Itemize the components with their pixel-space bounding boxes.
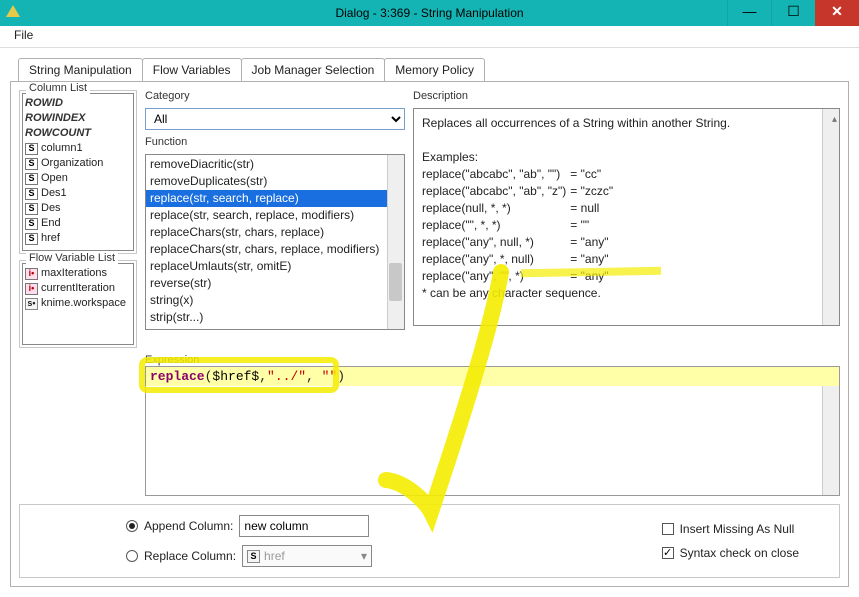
column-list-panel: Column List ROWID ROWINDEX ROWCOUNT Scol… [19,90,137,254]
function-item[interactable]: replace(str, search, replace, modifiers) [146,207,404,224]
string-type-icon: S [25,158,38,170]
flow-var-item[interactable]: s•knime.workspace [25,296,131,311]
description-note: * can be any character sequence. [422,285,831,302]
string-type-icon: S [25,218,38,230]
string-type-icon: S [25,188,38,200]
scroll-up-icon[interactable]: ▴ [832,111,837,128]
function-item[interactable]: stripEnd(str...) [146,326,404,330]
column-item[interactable]: SEnd [25,216,131,231]
function-item[interactable]: removeDuplicates(str) [146,173,404,190]
flow-variable-list[interactable]: i•maxIterations i•currentIteration s•kni… [22,263,134,345]
function-item[interactable]: strip(str...) [146,309,404,326]
function-item[interactable]: replaceChars(str, chars, replace) [146,224,404,241]
function-item-selected[interactable]: replace(str, search, replace) [146,190,404,207]
function-list[interactable]: removeDiacritic(str) removeDuplicates(st… [145,154,405,330]
column-item[interactable]: SOpen [25,171,131,186]
column-rowid[interactable]: ROWID [25,96,131,111]
chevron-down-icon: ▾ [361,549,367,563]
string-type-icon: S [247,550,260,563]
app-icon [6,5,20,17]
window-maximize-button[interactable]: ☐ [771,0,815,26]
append-column-radio[interactable] [126,520,138,532]
string-type-icon: S [25,203,38,215]
title-bar: Dialog - 3:369 - String Manipulation — ☐… [0,0,859,26]
description-examples: replace("abcabc", "ab", "")= "cc" replac… [422,166,617,285]
description-scrollbar[interactable] [822,109,839,325]
flow-var-item[interactable]: i•currentIteration [25,281,131,296]
function-scrollbar[interactable] [387,155,404,329]
description-intro: Replaces all occurrences of a String wit… [422,115,831,132]
description-box: Replaces all occurrences of a String wit… [413,108,840,326]
window-title: Dialog - 3:369 - String Manipulation [335,6,523,20]
window-close-button[interactable]: ✕ [815,0,859,26]
string-type-icon: S [25,143,38,155]
append-column-input[interactable] [239,515,369,537]
window-minimize-button[interactable]: — [727,0,771,26]
tab-string-manipulation[interactable]: String Manipulation [18,58,143,81]
replace-column-radio[interactable] [126,550,138,562]
function-label: Function [145,136,405,148]
replace-column-label: Replace Column: [144,549,236,563]
menu-file[interactable]: File [8,26,39,44]
flow-var-item[interactable]: i•maxIterations [25,266,131,281]
flow-variable-panel: Flow Variable List i•maxIterations i•cur… [19,260,137,348]
syntax-check-checkbox[interactable] [662,547,674,559]
function-item[interactable]: reverse(str) [146,275,404,292]
expression-label: Expression [145,354,840,366]
expression-editor[interactable]: replace($href$,"../", "") [145,366,840,496]
column-item[interactable]: Scolumn1 [25,141,131,156]
column-list[interactable]: ROWID ROWINDEX ROWCOUNT Scolumn1 SOrgani… [22,93,134,251]
function-item[interactable]: replaceChars(str, chars, replace, modifi… [146,241,404,258]
function-item[interactable]: removeDiacritic(str) [146,156,404,173]
tab-memory-policy[interactable]: Memory Policy [384,58,485,81]
int-type-icon: i• [25,268,38,280]
column-item[interactable]: SDes1 [25,186,131,201]
int-type-icon: i• [25,283,38,295]
append-column-label: Append Column: [144,519,233,533]
column-rowindex[interactable]: ROWINDEX [25,111,131,126]
expression-line[interactable]: replace($href$,"../", "") [146,367,839,386]
insert-missing-label: Insert Missing As Null [680,522,795,536]
string-type-icon: S [25,233,38,245]
column-item[interactable]: SDes [25,201,131,216]
description-label: Description [413,90,840,102]
tab-job-manager[interactable]: Job Manager Selection [241,58,386,81]
column-rowcount[interactable]: ROWCOUNT [25,126,131,141]
flow-variable-legend: Flow Variable List [26,252,118,264]
tab-panel: Column List ROWID ROWINDEX ROWCOUNT Scol… [10,81,849,587]
description-examples-label: Examples: [422,149,831,166]
string-type-icon: S [25,173,38,185]
column-item[interactable]: Shref [25,231,131,246]
replace-column-combo: S href ▾ [242,545,372,567]
column-list-legend: Column List [26,82,90,94]
insert-missing-checkbox[interactable] [662,523,674,535]
column-item[interactable]: SOrganization [25,156,131,171]
syntax-check-label: Syntax check on close [680,546,799,560]
tab-strip: String Manipulation Flow Variables Job M… [18,58,849,81]
tab-flow-variables[interactable]: Flow Variables [142,58,242,81]
function-item[interactable]: replaceUmlauts(str, omitE) [146,258,404,275]
function-item[interactable]: string(x) [146,292,404,309]
scrollbar-thumb[interactable] [389,263,402,301]
category-select[interactable]: All [145,108,405,130]
category-label: Category [145,90,405,102]
menu-bar: File [0,26,859,48]
string-type-icon: s• [25,298,38,310]
expression-scrollbar[interactable] [822,367,839,495]
